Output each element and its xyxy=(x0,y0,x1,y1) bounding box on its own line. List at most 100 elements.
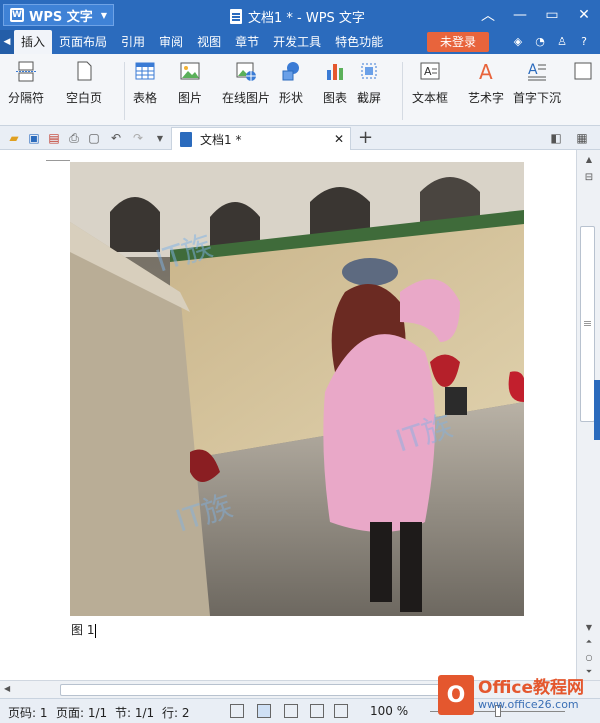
watermark-url: www.office26.com xyxy=(478,698,579,711)
vertical-scroll-thumb[interactable] xyxy=(580,226,595,422)
tab-chapter[interactable]: 章节 xyxy=(228,30,266,54)
scroll-down-icon[interactable]: ▼ xyxy=(582,622,596,634)
maximize-button[interactable]: ▭ xyxy=(536,0,568,30)
online-picture-icon xyxy=(236,62,256,81)
minimize-button[interactable]: — xyxy=(504,0,536,30)
figure-caption[interactable]: 图 1 xyxy=(71,621,97,638)
open-folder-icon[interactable]: ▰ xyxy=(6,130,22,146)
zoom-level[interactable]: 100 % xyxy=(370,704,408,718)
side-panel-toggle[interactable] xyxy=(594,380,600,440)
tab-developer[interactable]: 开发工具 xyxy=(266,30,328,54)
print-icon[interactable]: ⎙ xyxy=(66,130,82,146)
page-break-button[interactable]: 分隔符 xyxy=(8,60,44,106)
horizontal-scroll-thumb[interactable] xyxy=(60,684,440,696)
tab-special-features[interactable]: 特色功能 xyxy=(328,30,390,54)
svg-text:A: A xyxy=(424,65,432,78)
skin-icon[interactable]: ♙ xyxy=(554,33,570,49)
menu-right-icons: ◈ ◔ ♙ ? xyxy=(510,33,592,49)
blank-page-icon xyxy=(77,61,92,81)
screenshot-icon xyxy=(361,63,377,79)
menu-bar: ◀ 插入 页面布局 引用 审阅 视图 章节 开发工具 特色功能 未登录 ◈ ◔ … xyxy=(0,30,600,54)
wordart-button[interactable]: A 艺术字 xyxy=(468,60,504,106)
help-question-icon[interactable]: ? xyxy=(576,33,592,49)
title-bar: W WPS 文字 ▼ 文档1 * - WPS 文字 ︿ — ▭ ✕ xyxy=(0,0,600,30)
share-icon[interactable]: ◔ xyxy=(532,33,548,49)
more-icon xyxy=(574,62,592,80)
window-title: 文档1 * - WPS 文字 xyxy=(230,7,365,26)
status-section[interactable]: 节: 1/1 xyxy=(115,704,154,721)
tab-view[interactable]: 视图 xyxy=(190,30,228,54)
office-watermark: O Office教程网 www.office26.com xyxy=(438,672,600,718)
prev-page-icon[interactable]: ⏶ xyxy=(582,636,596,648)
scroll-grip xyxy=(584,321,591,322)
document-tab[interactable]: 文档1 * ✕ xyxy=(171,127,351,150)
web-view-icon[interactable] xyxy=(334,704,348,718)
status-page[interactable]: 页面: 1/1 xyxy=(56,704,107,721)
caption-text: 图 1 xyxy=(71,623,95,637)
login-button[interactable]: 未登录 xyxy=(427,32,489,52)
dropcap-button[interactable]: A 首字下沉 xyxy=(513,60,561,106)
select-browse-object-icon[interactable]: ○ xyxy=(582,652,596,664)
window-title-text: 文档1 * - WPS 文字 xyxy=(248,11,365,26)
split-icon[interactable]: ⊟ xyxy=(582,172,596,184)
document-tab-title: 文档1 * xyxy=(200,132,242,147)
word-doc-icon xyxy=(180,131,192,147)
table-label: 表格 xyxy=(133,91,158,105)
chart-button[interactable]: 图表 xyxy=(323,60,347,106)
online-picture-button[interactable]: 在线图片 xyxy=(222,60,270,106)
picture-label: 图片 xyxy=(178,91,203,105)
wordart-label: 艺术字 xyxy=(468,91,505,105)
online-picture-label: 在线图片 xyxy=(222,91,271,105)
close-button[interactable]: ✕ xyxy=(568,0,600,30)
tab-review[interactable]: 审阅 xyxy=(152,30,190,54)
document-canvas[interactable]: IT族 IT族 IT族 图 1 xyxy=(0,150,576,680)
export-pdf-icon[interactable]: ▤ xyxy=(46,130,62,146)
reading-view-icon[interactable] xyxy=(310,704,324,718)
chart-label: 图表 xyxy=(323,91,348,105)
customize-dropdown-icon[interactable]: ▼ xyxy=(152,130,168,146)
blank-page-button[interactable]: 空白页 xyxy=(66,60,102,106)
scroll-up-icon[interactable]: ▲ xyxy=(582,154,596,166)
svg-text:A: A xyxy=(479,60,493,82)
new-tab-icon[interactable]: + xyxy=(358,127,373,148)
status-row[interactable]: 行: 2 xyxy=(162,704,190,721)
window-controls: ︿ — ▭ ✕ xyxy=(472,0,600,30)
table-icon xyxy=(135,62,155,80)
table-button[interactable]: 表格 xyxy=(133,60,157,106)
screenshot-button[interactable]: 截屏 xyxy=(357,60,381,106)
app-name: WPS 文字 xyxy=(29,9,93,25)
help-circle-icon[interactable]: ◈ xyxy=(510,33,526,49)
status-page-code[interactable]: 页码: 1 xyxy=(8,704,48,721)
chart-icon xyxy=(327,64,343,80)
redo-icon[interactable]: ↷ xyxy=(130,130,146,146)
page-break-label: 分隔符 xyxy=(8,91,45,105)
focus-mode-icon[interactable] xyxy=(230,704,244,718)
page-view-icon[interactable] xyxy=(257,704,271,718)
tab-references[interactable]: 引用 xyxy=(114,30,152,54)
shapes-button[interactable]: 形状 xyxy=(279,60,303,106)
inserted-photo[interactable]: IT族 IT族 IT族 xyxy=(70,162,524,616)
window-list-icon[interactable]: ◧ xyxy=(548,130,564,146)
menu-scroll-left-icon[interactable]: ◀ xyxy=(0,30,14,54)
close-tab-icon[interactable]: ✕ xyxy=(334,132,344,146)
tab-list-icon[interactable]: ▦ xyxy=(574,130,590,146)
document-icon xyxy=(230,9,242,24)
picture-button[interactable]: 图片 xyxy=(178,60,202,106)
tab-insert[interactable]: 插入 xyxy=(14,30,53,54)
undo-icon[interactable]: ↶ xyxy=(108,130,124,146)
page-break-icon xyxy=(16,61,36,82)
ribbon-divider xyxy=(124,62,125,120)
scroll-left-icon[interactable]: ◀ xyxy=(4,684,10,693)
save-icon[interactable]: ▣ xyxy=(26,130,42,146)
ribbon-divider xyxy=(402,62,403,120)
screenshot-label: 截屏 xyxy=(357,91,382,105)
svg-text:A: A xyxy=(528,62,538,78)
textbox-icon: A xyxy=(420,62,440,80)
more-ribbon-button[interactable] xyxy=(572,60,594,89)
app-menu-button[interactable]: W WPS 文字 ▼ xyxy=(3,4,114,26)
collapse-ribbon-icon[interactable]: ︿ xyxy=(472,0,504,30)
print-preview-icon[interactable]: ▢ xyxy=(86,130,102,146)
tab-page-layout[interactable]: 页面布局 xyxy=(52,30,114,54)
outline-view-icon[interactable] xyxy=(284,704,298,718)
textbox-button[interactable]: A 文本框 xyxy=(412,60,448,106)
